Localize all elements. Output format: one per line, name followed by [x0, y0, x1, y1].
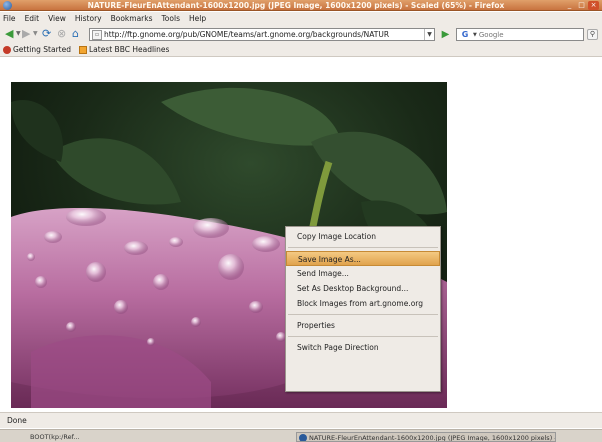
menu-bookmarks[interactable]: Bookmarks [111, 14, 153, 23]
bookmark-bbc-headlines[interactable]: Latest BBC Headlines [79, 45, 169, 54]
taskbar-item-label: NATURE-FleurEnAttendant-1600x1200.jpg (J… [309, 434, 555, 442]
go-arrow-icon[interactable]: ▶ [439, 28, 452, 41]
menu-help[interactable]: Help [189, 14, 206, 23]
taskbar-item[interactable]: BOOT(kp:/Ref... [30, 432, 130, 442]
search-box[interactable]: G ▼ [456, 28, 584, 41]
context-set-desktop-background[interactable]: Set As Desktop Background... [286, 281, 440, 296]
page-icon: ▫ [92, 29, 102, 40]
window-menu-icon[interactable] [3, 1, 12, 10]
url-text[interactable]: http://ftp.gnome.org/pub/GNOME/teams/art… [104, 30, 424, 39]
bookmark-label: Latest BBC Headlines [89, 45, 170, 54]
context-properties[interactable]: Properties [286, 318, 440, 333]
forward-history-dropdown-icon[interactable]: ▼ [33, 28, 38, 40]
maximize-button[interactable]: □ [576, 1, 587, 10]
search-magnifier-icon[interactable]: ⚲ [587, 29, 598, 40]
firefox-icon [3, 45, 11, 54]
url-history-dropdown-icon[interactable]: ▼ [424, 29, 434, 40]
status-bar: Done [0, 412, 602, 428]
status-text: Done [7, 416, 27, 425]
menu-edit[interactable]: Edit [25, 14, 40, 23]
back-history-dropdown-icon[interactable]: ▼ [16, 28, 21, 40]
search-engine-dropdown-icon[interactable]: ▼ [473, 32, 477, 38]
taskbar-item-firefox[interactable]: NATURE-FleurEnAttendant-1600x1200.jpg (J… [296, 432, 556, 442]
firefox-window: NATURE-FleurEnAttendant-1600x1200.jpg (J… [0, 0, 602, 442]
context-send-image[interactable]: Send Image... [286, 266, 440, 281]
menu-separator [288, 314, 438, 315]
forward-arrow-icon[interactable]: ▶ [22, 28, 30, 40]
bookmarks-toolbar: Getting Started Latest BBC Headlines [0, 43, 602, 57]
back-arrow-icon[interactable]: ◀ [5, 28, 13, 40]
firefox-icon [299, 434, 307, 441]
search-input[interactable] [478, 30, 579, 39]
stop-icon[interactable]: ⊗ [57, 28, 66, 40]
menu-separator [288, 247, 438, 248]
context-block-images[interactable]: Block Images from art.gnome.org [286, 296, 440, 311]
context-switch-page-direction[interactable]: Switch Page Direction [286, 340, 440, 355]
menu-file[interactable]: File [3, 14, 16, 23]
reload-icon[interactable]: ⟳ [42, 28, 51, 40]
menu-bar: File Edit View History Bookmarks Tools H… [0, 12, 602, 25]
menu-history[interactable]: History [75, 14, 102, 23]
menu-view[interactable]: View [48, 14, 66, 23]
address-bar[interactable]: ▫ http://ftp.gnome.org/pub/GNOME/teams/a… [89, 28, 435, 41]
window-title: NATURE-FleurEnAttendant-1600x1200.jpg (J… [87, 1, 505, 10]
title-bar: NATURE-FleurEnAttendant-1600x1200.jpg (J… [0, 0, 602, 11]
context-copy-image-location[interactable]: Copy Image Location [286, 229, 440, 244]
menu-tools[interactable]: Tools [162, 14, 180, 23]
home-icon[interactable]: ⌂ [72, 28, 79, 40]
bookmark-label: Getting Started [13, 45, 71, 54]
navigation-toolbar: ◀ ▼ ▶ ▼ ⟳ ⊗ ⌂ ▫ http://ftp.gnome.org/pub… [0, 25, 602, 43]
rss-feed-icon [79, 45, 87, 54]
close-button[interactable]: × [588, 1, 599, 10]
menu-separator [288, 336, 438, 337]
google-search-engine-icon[interactable]: G [457, 30, 473, 39]
context-menu: Copy Image Location Save Image As... Sen… [285, 226, 441, 392]
minimize-button[interactable]: _ [564, 1, 575, 10]
bookmark-getting-started[interactable]: Getting Started [3, 45, 71, 54]
taskbar: BOOT(kp:/Ref... NATURE-FleurEnAttendant-… [0, 429, 602, 442]
context-save-image-as[interactable]: Save Image As... [286, 251, 440, 266]
